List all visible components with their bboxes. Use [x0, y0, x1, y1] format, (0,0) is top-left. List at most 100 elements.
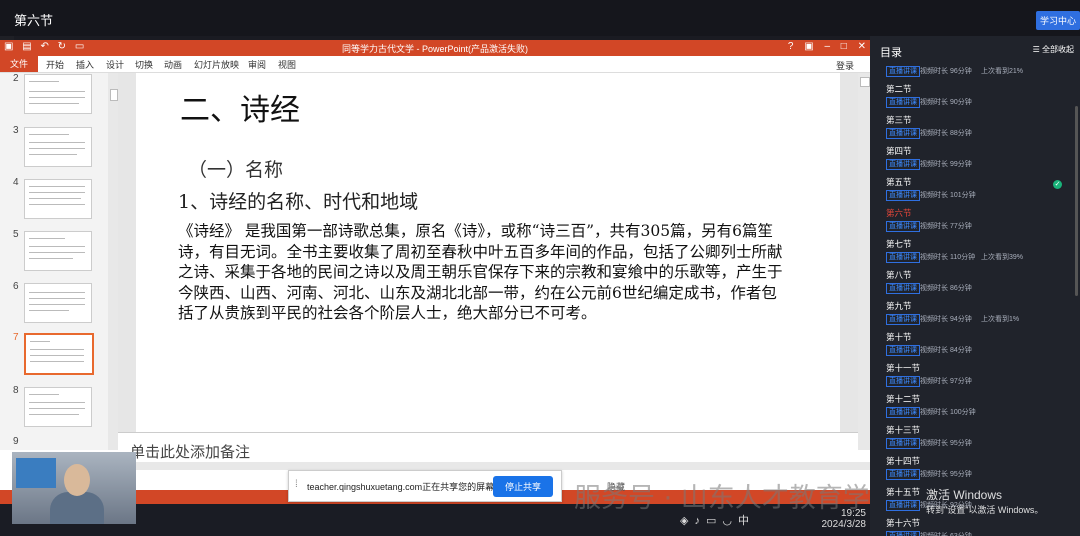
tab-transitions[interactable]: 切换 — [135, 58, 153, 71]
horizontal-scrollbar[interactable] — [118, 462, 870, 470]
learning-center-button[interactable]: 学习中心 — [1035, 11, 1080, 30]
login-link[interactable]: 登录 — [836, 59, 854, 72]
course-directory: 目录 ☰ 全部收起 直播讲课 视频时长 96分钟 上次看到21% 第二节 直播讲课 视频时… — [870, 36, 1080, 536]
directory-item-title: 第十一节 — [886, 363, 921, 373]
windows-activation-notice: 激活 Windows 转到"设置"以激活 Windows。 — [926, 486, 1043, 516]
help-icon[interactable]: ? — [788, 41, 794, 52]
tab-review[interactable]: 审阅 — [248, 58, 266, 71]
ppt-titlebar: ▣ ▤ ↶ ↻ ▭ 同等学力古代文学 - PowerPoint(产品激活失败) … — [0, 40, 870, 56]
share-message: teacher.qingshuxuetang.com正在共享您的屏幕。 — [307, 482, 504, 492]
live-lecture-tag: 直播讲课 — [886, 531, 920, 536]
directory-item[interactable]: 第十六节直播讲课视频时长 63分钟 — [886, 517, 1076, 536]
directory-item-title: 第六节 — [886, 208, 912, 218]
ime-indicator[interactable]: 中 — [738, 515, 755, 527]
directory-item[interactable]: 第十节 直播讲课 视频时长 84分钟 — [886, 331, 1076, 362]
live-lecture-tag: 直播讲课 — [886, 97, 920, 108]
directory-item[interactable]: 第十四节 直播讲课 视频时长 95分钟 — [886, 455, 1076, 486]
tab-view[interactable]: 视图 — [278, 58, 296, 71]
close-icon[interactable]: ✕ — [858, 41, 866, 52]
slide-canvas[interactable]: 二、诗经 （一）名称 1、诗经的名称、时代和地域 《诗经》 是我国第一部诗歌总集… — [136, 73, 840, 433]
completed-check-icon: ✓ — [1053, 180, 1062, 189]
tab-slideshow[interactable]: 幻灯片放映 — [194, 58, 239, 71]
slide-subtitle: （一）名称 — [188, 159, 284, 181]
directory-scrollbar[interactable] — [1075, 106, 1078, 296]
slide-thumbnail[interactable] — [24, 231, 92, 271]
directory-item[interactable]: 第七节 直播讲课 视频时长 110分钟 上次看到39% — [886, 238, 1076, 269]
thumbnail-number: 4 — [13, 177, 19, 188]
ribbon-options-icon[interactable]: ▣ — [804, 41, 813, 52]
slide-thumbnail[interactable] — [24, 283, 92, 323]
directory-item[interactable]: 直播讲课 视频时长 96分钟 上次看到21% — [886, 52, 1076, 83]
tab-file[interactable]: 文件 — [0, 56, 38, 72]
thumbnails-scrollbar[interactable] — [108, 73, 118, 450]
live-lecture-tag: 直播讲课 — [886, 252, 920, 263]
directory-item[interactable]: 第二节直播讲课 视频时长 90分钟 — [886, 83, 1076, 114]
notes-pane[interactable]: 单击此处添加备注 — [118, 432, 858, 463]
slide-thumbnails-pane: 2 3 4 5 6 7 8 9 — [0, 73, 109, 450]
window-title: 同等学力古代文学 - PowerPoint(产品激活失败) — [341, 44, 529, 54]
tab-animations[interactable]: 动画 — [164, 58, 182, 71]
stop-sharing-button[interactable]: 停止共享 — [492, 476, 553, 497]
directory-item-title: 第二节 — [886, 84, 912, 94]
directory-item[interactable]: 第六节直播讲课 视频时长 77分钟 — [886, 207, 1076, 238]
video-duration: 视频时长 90分钟 — [920, 99, 972, 106]
minimize-icon[interactable]: – — [824, 41, 830, 52]
directory-item-title: 第十五节 — [886, 487, 921, 497]
slide-heading: 1、诗经的名称、时代和地域 — [178, 191, 419, 213]
shield-icon[interactable]: ◈ — [680, 515, 694, 527]
directory-item[interactable]: 第五节 直播讲课 视频时长 101分钟 ✓ — [886, 176, 1076, 207]
directory-item[interactable]: 第十一节 直播讲课 视频时长 97分钟 — [886, 362, 1076, 393]
tab-home[interactable]: 开始 — [46, 58, 64, 71]
directory-item[interactable]: 第十二节 直播讲课 视频时长 100分钟 — [886, 393, 1076, 424]
video-duration: 视频时长 97分钟 — [920, 378, 972, 385]
last-watched-progress: 上次看到1% — [981, 316, 1020, 323]
video-duration: 视频时长 96分钟 — [920, 68, 972, 75]
live-lecture-tag: 直播讲课 — [886, 314, 920, 325]
slide-thumbnail[interactable] — [24, 387, 92, 427]
maximize-icon[interactable]: □ — [841, 41, 847, 52]
video-duration: 视频时长 77分钟 — [920, 223, 972, 230]
slide-thumbnail[interactable] — [24, 179, 92, 219]
speaker-icon[interactable]: ♪ — [694, 515, 706, 527]
presenter-body — [50, 492, 104, 524]
video-duration: 视频时长 84分钟 — [920, 347, 972, 354]
directory-item[interactable]: 第十三节 直播讲课 视频时长 95分钟 — [886, 424, 1076, 455]
live-lecture-tag: 直播讲课 — [886, 128, 920, 139]
directory-item-title: 第七节 — [886, 239, 912, 249]
tab-insert[interactable]: 插入 — [76, 58, 94, 71]
ribbon-tabs: 文件 开始 插入 设计 切换 动画 幻灯片放映 审阅 视图 登录 — [0, 56, 870, 73]
directory-item[interactable]: 第八节 直播讲课 视频时长 86分钟 — [886, 269, 1076, 300]
slide-thumbnail-active[interactable] — [24, 333, 94, 375]
activation-title: 激活 Windows — [926, 488, 1003, 502]
slide-thumbnail[interactable] — [24, 127, 92, 167]
video-duration: 视频时长 100分钟 — [920, 409, 976, 416]
battery-icon[interactable]: ▭ — [706, 515, 722, 527]
slide-editor: 二、诗经 （一）名称 1、诗经的名称、时代和地域 《诗经》 是我国第一部诗歌总集… — [118, 73, 858, 450]
directory-item[interactable]: 第九节直播讲课 视频时长 94分钟 上次看到1% — [886, 300, 1076, 331]
live-lecture-tag: 直播讲课 — [886, 407, 920, 418]
slide-scrollbar[interactable] — [858, 73, 870, 450]
screen-share-bar: ⁞ teacher.qingshuxuetang.com正在共享您的屏幕。 停止… — [288, 470, 625, 502]
tab-design[interactable]: 设计 — [106, 58, 124, 71]
directory-item-title: 第十六节 — [886, 518, 921, 528]
video-duration: 视频时长 86分钟 — [920, 285, 972, 292]
directory-item[interactable]: 第三节 直播讲课 视频时长 88分钟 — [886, 114, 1076, 145]
slide-thumbnail[interactable] — [24, 74, 92, 114]
directory-item[interactable]: 第四节 直播讲课 视频时长 99分钟 — [886, 145, 1076, 176]
video-duration: 视频时长 94分钟 — [920, 316, 972, 323]
wall-poster — [16, 458, 56, 488]
video-duration: 视频时长 95分钟 — [920, 440, 972, 447]
thumbnail-number: 2 — [13, 73, 19, 84]
live-lecture-tag: 直播讲课 — [886, 438, 920, 449]
network-icon[interactable]: ◡ — [722, 515, 738, 527]
slide-title: 二、诗经 — [180, 93, 300, 128]
activation-subtitle: 转到"设置"以激活 Windows。 — [926, 505, 1044, 515]
clock-date: 2024/3/28 — [821, 519, 867, 530]
live-lecture-tag: 直播讲课 — [886, 221, 920, 232]
video-duration: 视频时长 99分钟 — [920, 161, 972, 168]
window-controls: ? ▣ – □ ✕ — [780, 41, 866, 52]
last-watched-progress: 上次看到21% — [981, 68, 1024, 75]
drag-handle-icon[interactable]: ⁞ — [295, 479, 298, 490]
live-lecture-tag: 直播讲课 — [886, 469, 920, 480]
directory-item-title: 第九节 — [886, 301, 912, 311]
